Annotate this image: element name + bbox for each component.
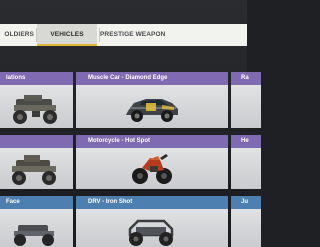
vehicle-card[interactable]: lations [0,72,73,128]
card-body [231,148,261,189]
tab-prestige-weapon[interactable]: PRESTIGE WEAPON [100,24,165,46]
drv-buggy-icon [128,219,174,246]
tab-vehicles[interactable]: VEHICLES [37,24,97,46]
vehicle-card[interactable]: Ra [231,72,261,128]
vehicle-card[interactable]: He [231,135,261,189]
card-title: Face [0,196,73,209]
vehicle-card[interactable]: Ju [231,196,261,247]
card-body [0,148,73,189]
card-body [0,85,73,128]
card-body [76,85,228,128]
card-body [0,209,73,247]
card-body [76,209,228,247]
tab-soldiers[interactable]: OLDIERS [0,24,34,46]
muscle-car-icon [126,99,178,122]
card-body [231,85,261,128]
card-title: Ra [231,72,261,85]
card-title: He [231,135,261,148]
card-title: DRV - Iron Shot [76,196,228,209]
vehicle-card[interactable]: Motorcycle - Hot Spot [76,135,228,189]
vehicle-card[interactable] [0,135,73,189]
card-title [0,135,73,148]
vehicle-card[interactable]: Muscle Car - Diamond Edge [76,72,228,128]
card-body [76,148,228,189]
card-title: lations [0,72,73,85]
card-title: Motorcycle - Hot Spot [76,135,228,148]
card-title: Muscle Car - Diamond Edge [76,72,228,85]
card-title: Ju [231,196,261,209]
atv-icon [14,225,54,246]
vehicle-card[interactable]: DRV - Iron Shot [76,196,228,247]
armored-atv-icon [12,155,56,185]
vehicle-card[interactable]: Face [0,196,73,247]
motorcycle-icon [132,154,172,184]
armored-atv-icon [13,95,57,124]
category-tab-bar: OLDIERS VEHICLES PRESTIGE WEAPON [0,24,247,46]
card-body [231,209,261,247]
